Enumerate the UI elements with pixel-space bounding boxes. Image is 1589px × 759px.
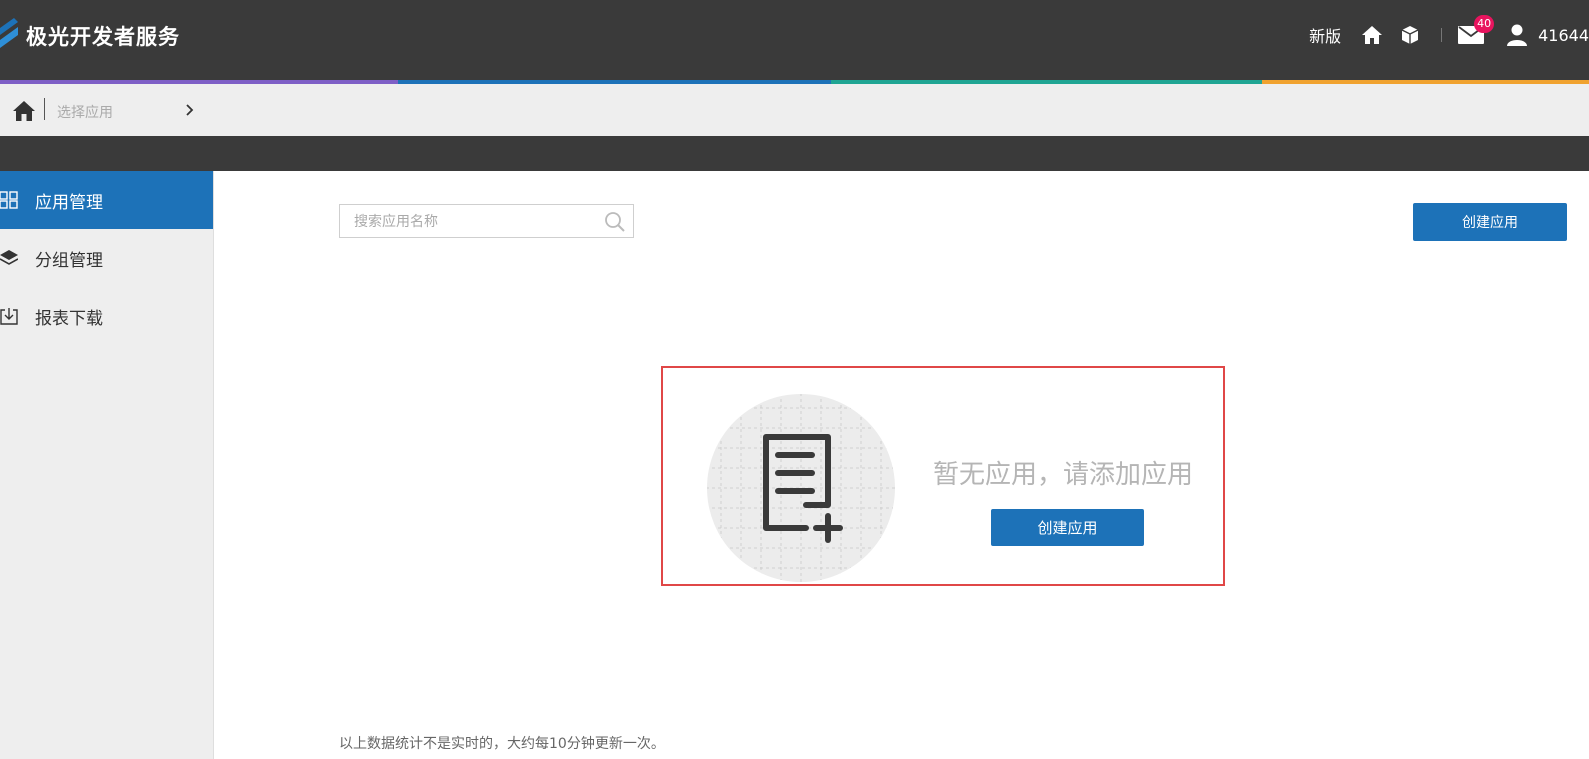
breadcrumb-home-icon[interactable] [12,100,36,122]
sub-header-bar [0,136,1589,171]
select-app-dropdown[interactable]: 选择应用 [57,102,113,122]
cube-icon[interactable] [1399,24,1421,46]
download-icon [0,308,18,325]
sidebar: 应用管理 分组管理 报表下载 [0,171,214,759]
search-box [339,204,634,238]
empty-state: 暂无应用，请添加应用 创建应用 [661,366,1225,586]
search-icon[interactable] [604,211,626,233]
create-app-button[interactable]: 创建应用 [1413,203,1567,241]
header-divider [1441,28,1443,42]
jiguang-logo-icon [0,18,18,48]
header-actions: 新版 40 41644 [1309,15,1589,50]
sidebar-item-label: 应用管理 [35,192,103,213]
messages-button[interactable]: 40 [1458,15,1495,46]
top-header: 极光开发者服务 新版 40 41644 [0,0,1589,80]
layers-icon [0,250,18,265]
create-app-center-button[interactable]: 创建应用 [991,509,1144,546]
sidebar-item-label: 分组管理 [35,250,103,271]
sidebar-item-report-download[interactable]: 报表下载 [0,287,213,345]
chevron-right-icon[interactable] [185,101,195,119]
brand-name: 极光开发者服务 [26,25,180,49]
data-refresh-note: 以上数据统计不是实时的，大约每10分钟更新一次。 [339,736,665,752]
empty-state-message: 暂无应用，请添加应用 [933,460,1194,490]
empty-document-add-icon [707,394,895,582]
new-version-link[interactable]: 新版 [1309,23,1341,47]
breadcrumb-divider [44,98,45,120]
message-count-badge: 40 [1474,15,1495,33]
breadcrumb: 选择应用 [0,84,1589,136]
sidebar-item-app-management[interactable]: 应用管理 [0,171,213,229]
sidebar-item-group-management[interactable]: 分组管理 [0,229,213,287]
sidebar-item-label: 报表下载 [35,308,103,329]
home-icon[interactable] [1361,24,1383,46]
brand[interactable]: 极光开发者服务 [0,18,180,54]
user-account-name[interactable]: 41644 [1538,26,1589,45]
search-input[interactable] [352,211,596,233]
user-icon[interactable] [1506,24,1528,46]
grid-icon [0,191,18,209]
